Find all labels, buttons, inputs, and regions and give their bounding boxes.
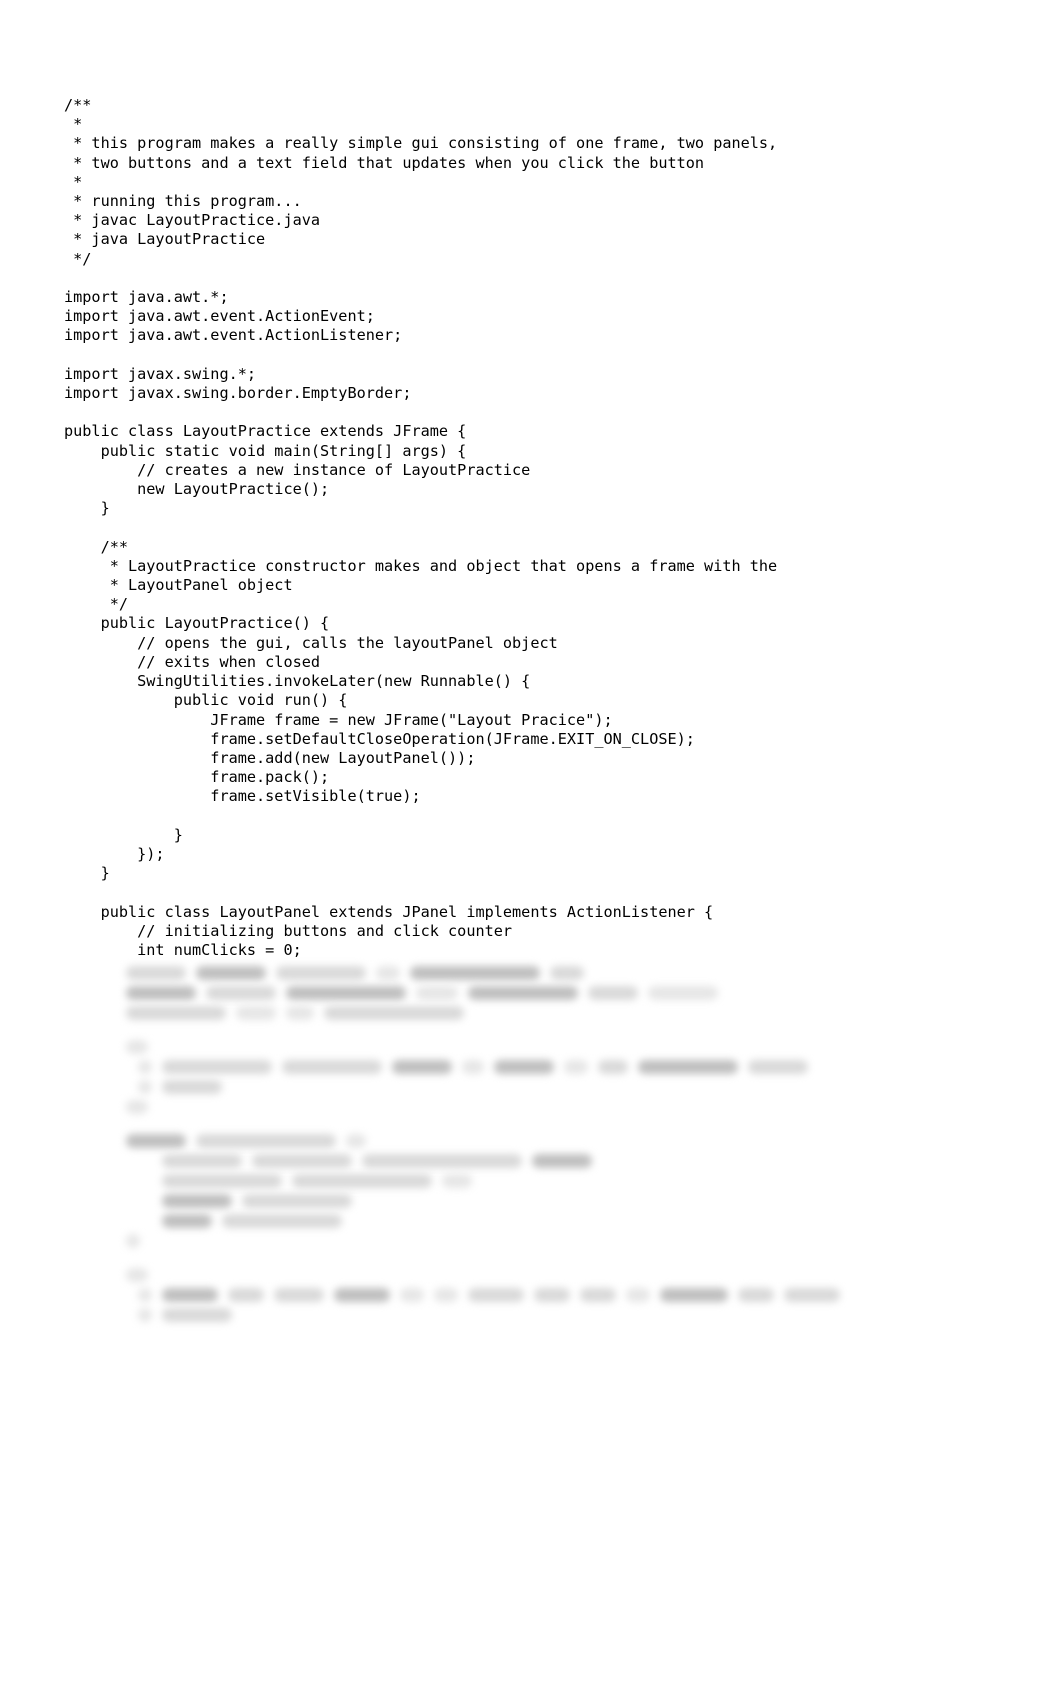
blurred-block <box>64 1268 1062 1322</box>
blurred-block <box>64 966 1062 1020</box>
blurred-block <box>64 1040 1062 1114</box>
blurred-preview-area <box>64 960 1062 1322</box>
code-listing: /** * * this program makes a really simp… <box>0 96 1062 960</box>
bottom-fade-overlay <box>0 1466 1062 1686</box>
blurred-block <box>64 1134 1062 1248</box>
document-page: /** * * this program makes a really simp… <box>0 0 1062 1686</box>
